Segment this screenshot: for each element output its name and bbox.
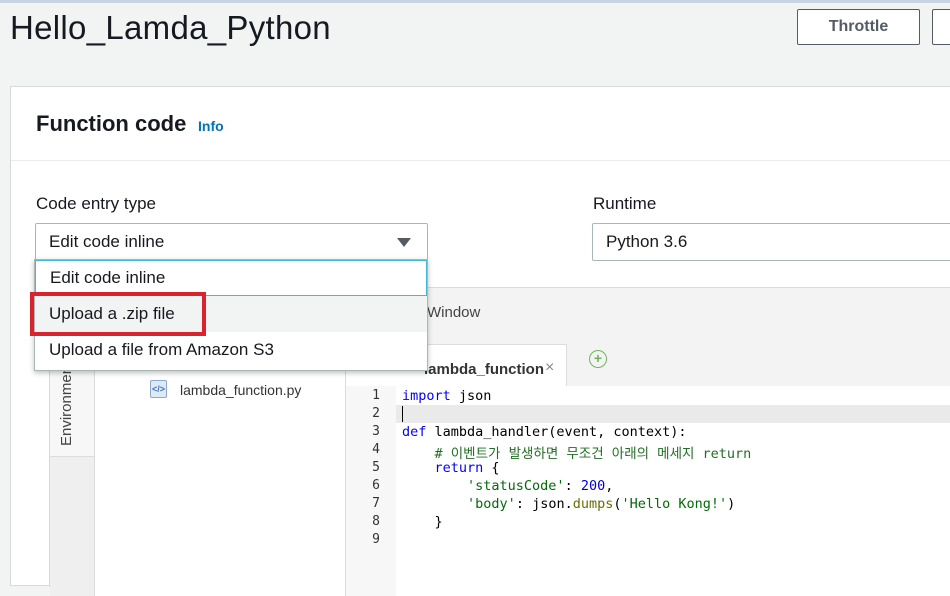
tab-label: lambda_function bbox=[424, 361, 545, 378]
code-line: # 이벤트가 발생하면 무조건 아래의 메세지 return bbox=[402, 446, 752, 462]
throttle-button[interactable]: Throttle bbox=[797, 9, 920, 45]
option-edit-code-inline[interactable]: Edit code inline bbox=[35, 260, 427, 296]
close-icon[interactable]: × bbox=[545, 359, 554, 377]
next-action-button[interactable] bbox=[932, 9, 950, 45]
caret-down-icon bbox=[397, 238, 411, 247]
line-number: 7 bbox=[372, 496, 380, 511]
code-line: } bbox=[402, 514, 443, 530]
code-line: return { bbox=[434, 460, 500, 476]
panel-header: Function code Info bbox=[11, 87, 950, 161]
line-number: 1 bbox=[372, 388, 380, 403]
line-number: 9 bbox=[372, 532, 380, 547]
line-number: 3 bbox=[372, 424, 380, 439]
line-number-gutter: 1 2 3 4 5 6 7 8 9 bbox=[346, 386, 396, 596]
active-line-highlight bbox=[396, 405, 950, 423]
line-number: 4 bbox=[372, 442, 380, 457]
panel-title: Function code bbox=[36, 111, 187, 136]
option-upload-from-s3[interactable]: Upload a file from Amazon S3 bbox=[35, 332, 427, 368]
runtime-selected-value: Python 3.6 bbox=[606, 232, 688, 251]
add-tab-icon[interactable]: + bbox=[589, 350, 607, 368]
text-cursor bbox=[402, 406, 403, 422]
menu-window[interactable]: Window bbox=[427, 304, 480, 321]
line-number: 2 bbox=[372, 406, 380, 421]
code-line: 'statusCode': 200, bbox=[467, 478, 614, 494]
python-file-icon: </> bbox=[150, 380, 167, 398]
line-number: 6 bbox=[372, 478, 380, 493]
environment-sidebar: Environment bbox=[50, 336, 95, 596]
runtime-label: Runtime bbox=[593, 194, 657, 213]
line-number: 8 bbox=[372, 514, 380, 529]
code-entry-type-select[interactable]: Edit code inline bbox=[35, 223, 428, 261]
line-number: 5 bbox=[372, 460, 380, 475]
code-entry-type-label: Code entry type bbox=[36, 194, 157, 213]
environment-tab-label: Environment bbox=[58, 361, 75, 446]
runtime-select[interactable]: Python 3.6 bbox=[592, 223, 950, 261]
annotation-highlight-box bbox=[30, 292, 206, 336]
code-line: import json bbox=[402, 388, 492, 404]
info-link[interactable]: Info bbox=[198, 118, 224, 134]
file-tree: </> lambda_function.py bbox=[95, 336, 346, 596]
page-header: Hello_Lamda_Python Throttle bbox=[0, 3, 950, 63]
code-entry-selected-value: Edit code inline bbox=[49, 232, 165, 251]
code-text-area[interactable]: import json def lambda_handler(event, co… bbox=[396, 386, 950, 596]
editor-tabbar: lambda_function × + bbox=[346, 336, 950, 387]
page-title: Hello_Lamda_Python bbox=[10, 9, 331, 46]
code-line: def lambda_handler(event, context): bbox=[402, 424, 687, 440]
code-line: 'body': json.dumps('Hello Kong!') bbox=[467, 496, 736, 512]
file-tree-item[interactable]: lambda_function.py bbox=[180, 382, 301, 398]
